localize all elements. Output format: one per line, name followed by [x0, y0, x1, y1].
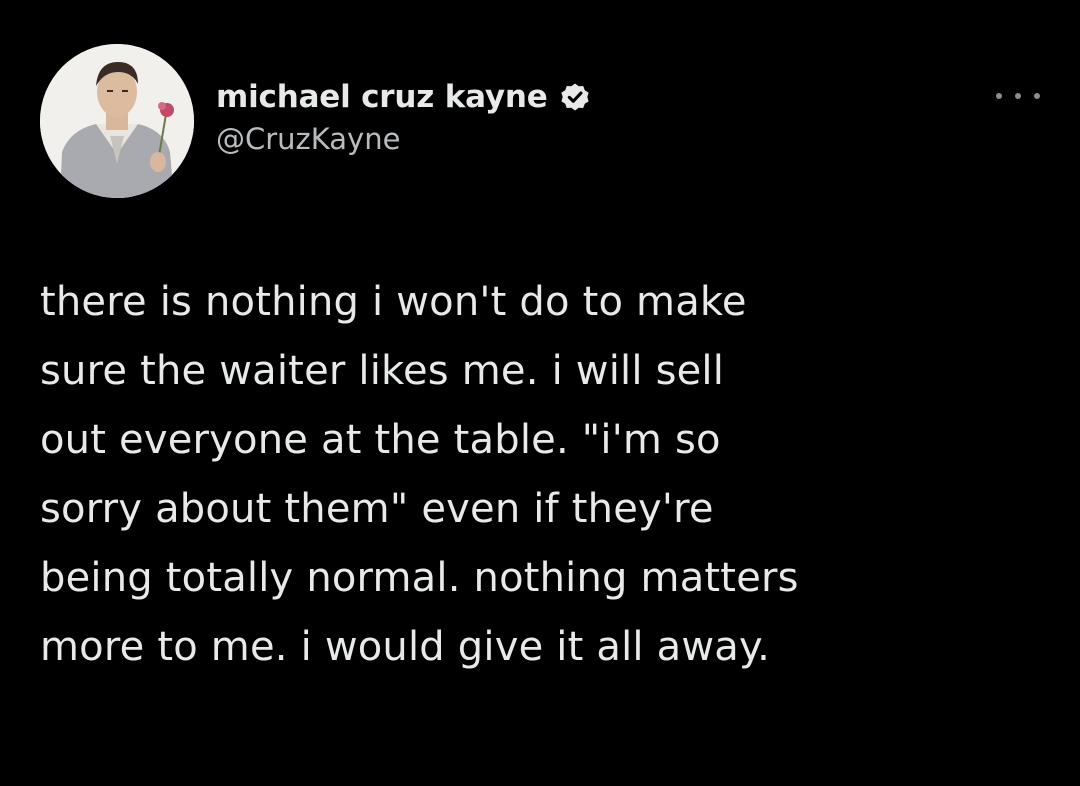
more-dot	[996, 93, 1002, 99]
author-names: michael cruz kayne @CruzKayne	[216, 74, 592, 156]
tweet-card: michael cruz kayne @CruzKayne there is n…	[0, 0, 1080, 786]
handle[interactable]: @CruzKayne	[216, 122, 592, 156]
tweet-text-line: sorry about them" even if they're	[40, 486, 714, 532]
avatar-photo	[40, 44, 194, 198]
avatar[interactable]	[40, 44, 194, 198]
display-name[interactable]: michael cruz kayne	[216, 79, 548, 115]
tweet-text-line: there is nothing i won't do to make	[40, 279, 747, 325]
more-dot	[1015, 93, 1021, 99]
tweet-text-line: out everyone at the table. "i'm so	[40, 417, 721, 463]
tweet-text-line: more to me. i would give it all away.	[40, 624, 771, 670]
more-options-icon[interactable]	[996, 86, 1040, 106]
tweet-text-line: being totally normal. nothing matters	[40, 555, 799, 601]
tweet-text: there is nothing i won't do to make sure…	[40, 268, 1050, 682]
tweet-text-line: sure the waiter likes me. i will sell	[40, 348, 725, 394]
verified-badge-icon	[558, 80, 592, 114]
tweet-header: michael cruz kayne @CruzKayne	[40, 44, 1040, 198]
display-name-row: michael cruz kayne	[216, 74, 592, 120]
more-dot	[1034, 93, 1040, 99]
